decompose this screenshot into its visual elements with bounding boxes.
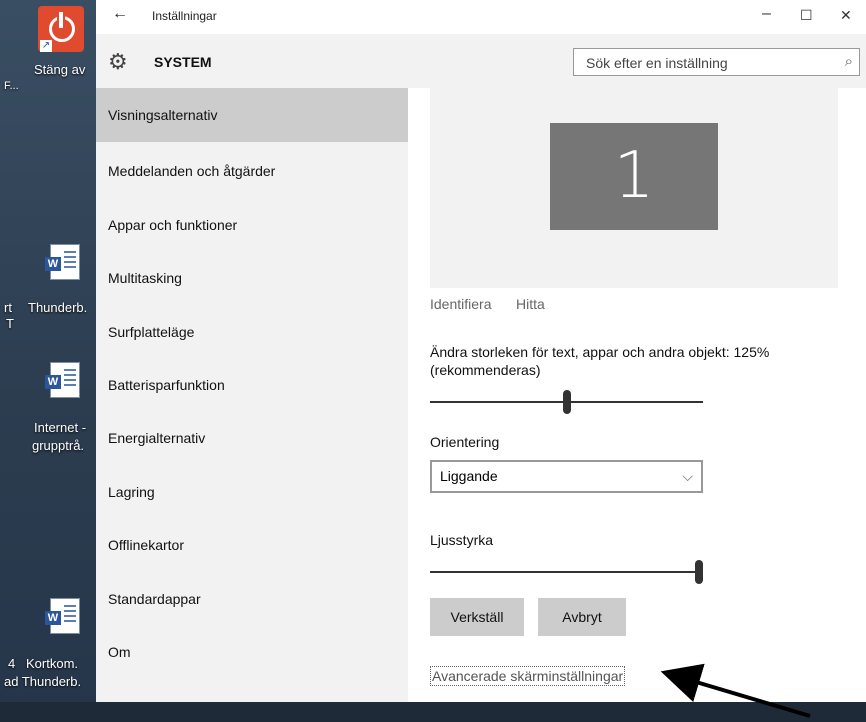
sidebar: Visningsalternativ Meddelanden och åtgär… <box>96 88 408 702</box>
apply-button[interactable]: Verkställ <box>430 598 524 636</box>
identify-link[interactable]: Identifiera <box>430 296 491 312</box>
search-icon[interactable]: ⌕ <box>845 53 853 70</box>
desktop-icon-label[interactable]: Stäng av <box>34 62 85 77</box>
title-bar: ← Inställningar – ☐ ✕ <box>96 0 866 34</box>
display-settings-panel: 1 Identifiera Hitta Ändra storleken för … <box>408 88 866 702</box>
taskbar <box>0 702 866 722</box>
word-document-icon[interactable]: W <box>45 244 80 280</box>
sidebar-item-battery-saver[interactable]: Batterisparfunktion <box>96 358 408 412</box>
word-document-icon[interactable]: W <box>45 598 80 634</box>
maximize-button[interactable]: ☐ <box>800 7 813 24</box>
sidebar-item-display[interactable]: Visningsalternativ <box>96 88 408 142</box>
sidebar-item-multitasking[interactable]: Multitasking <box>96 251 408 305</box>
sidebar-item-storage[interactable]: Lagring <box>96 465 408 519</box>
desktop-icon-label: F... <box>4 80 19 92</box>
gear-icon: ⚙ <box>108 49 128 74</box>
detect-link[interactable]: Hitta <box>516 296 545 312</box>
cancel-button[interactable]: Avbryt <box>538 598 626 636</box>
orientation-label: Orientering <box>430 434 500 450</box>
sidebar-item-tablet-mode[interactable]: Surfplatteläge <box>96 305 408 359</box>
desktop-icon-label: grupptrå. <box>32 438 85 453</box>
orientation-value: Liggande <box>440 468 498 484</box>
chevron-down-icon: ⌵ <box>682 468 693 484</box>
sidebar-item-offline-maps[interactable]: Offlinekartor <box>96 518 408 572</box>
scale-label: Ändra storleken för text, appar och andr… <box>430 344 770 360</box>
sidebar-item-about[interactable]: Om <box>96 625 408 679</box>
back-arrow-icon[interactable]: ← <box>112 5 128 23</box>
sidebar-item-apps[interactable]: Appar och funktioner <box>96 198 408 252</box>
desktop-icon-label: ad Thunderb. <box>4 674 82 689</box>
settings-window: ← Inställningar – ☐ ✕ ⚙ SYSTEM ⌕ Visning… <box>96 0 866 702</box>
search-box[interactable]: ⌕ <box>573 48 860 76</box>
advanced-display-settings-link[interactable]: Avancerade skärminställningar <box>430 666 626 686</box>
settings-header: ⚙ SYSTEM ⌕ <box>96 34 866 88</box>
close-button[interactable]: ✕ <box>840 7 852 24</box>
brightness-slider-track[interactable] <box>430 571 703 573</box>
monitor-tile[interactable]: 1 <box>550 123 718 230</box>
scale-slider-thumb[interactable] <box>562 390 571 414</box>
sidebar-item-default-apps[interactable]: Standardappar <box>96 572 408 626</box>
window-title: Inställningar <box>152 9 217 23</box>
desktop-icon-label[interactable]: Kortkom. <box>26 656 78 671</box>
sidebar-item-power[interactable]: Energialternativ <box>96 411 408 465</box>
desktop-icon-label[interactable]: Thunderb. <box>28 300 87 315</box>
desktop-icon-label: T <box>6 316 14 331</box>
search-input[interactable] <box>584 50 828 76</box>
brightness-slider-thumb[interactable] <box>695 560 703 584</box>
minimize-button[interactable]: – <box>762 5 771 23</box>
orientation-dropdown[interactable]: Liggande ⌵ <box>430 460 703 493</box>
shortcut-arrow-icon: ↗ <box>40 40 52 52</box>
desktop-icon-label[interactable]: Internet - <box>34 420 86 435</box>
desktop-area: ↗ Stäng av F... W rt Thunderb. T W Inter… <box>0 0 96 722</box>
desktop-icon-label: rt <box>4 300 12 315</box>
sidebar-item-notifications[interactable]: Meddelanden och åtgärder <box>96 144 408 198</box>
word-document-icon[interactable]: W <box>45 362 80 398</box>
scale-label-note: (rekommenderas) <box>430 362 541 378</box>
brightness-label: Ljusstyrka <box>430 532 494 548</box>
desktop-icon-label: 4 <box>8 656 16 671</box>
display-preview: 1 <box>430 88 838 288</box>
page-title: SYSTEM <box>154 54 212 70</box>
